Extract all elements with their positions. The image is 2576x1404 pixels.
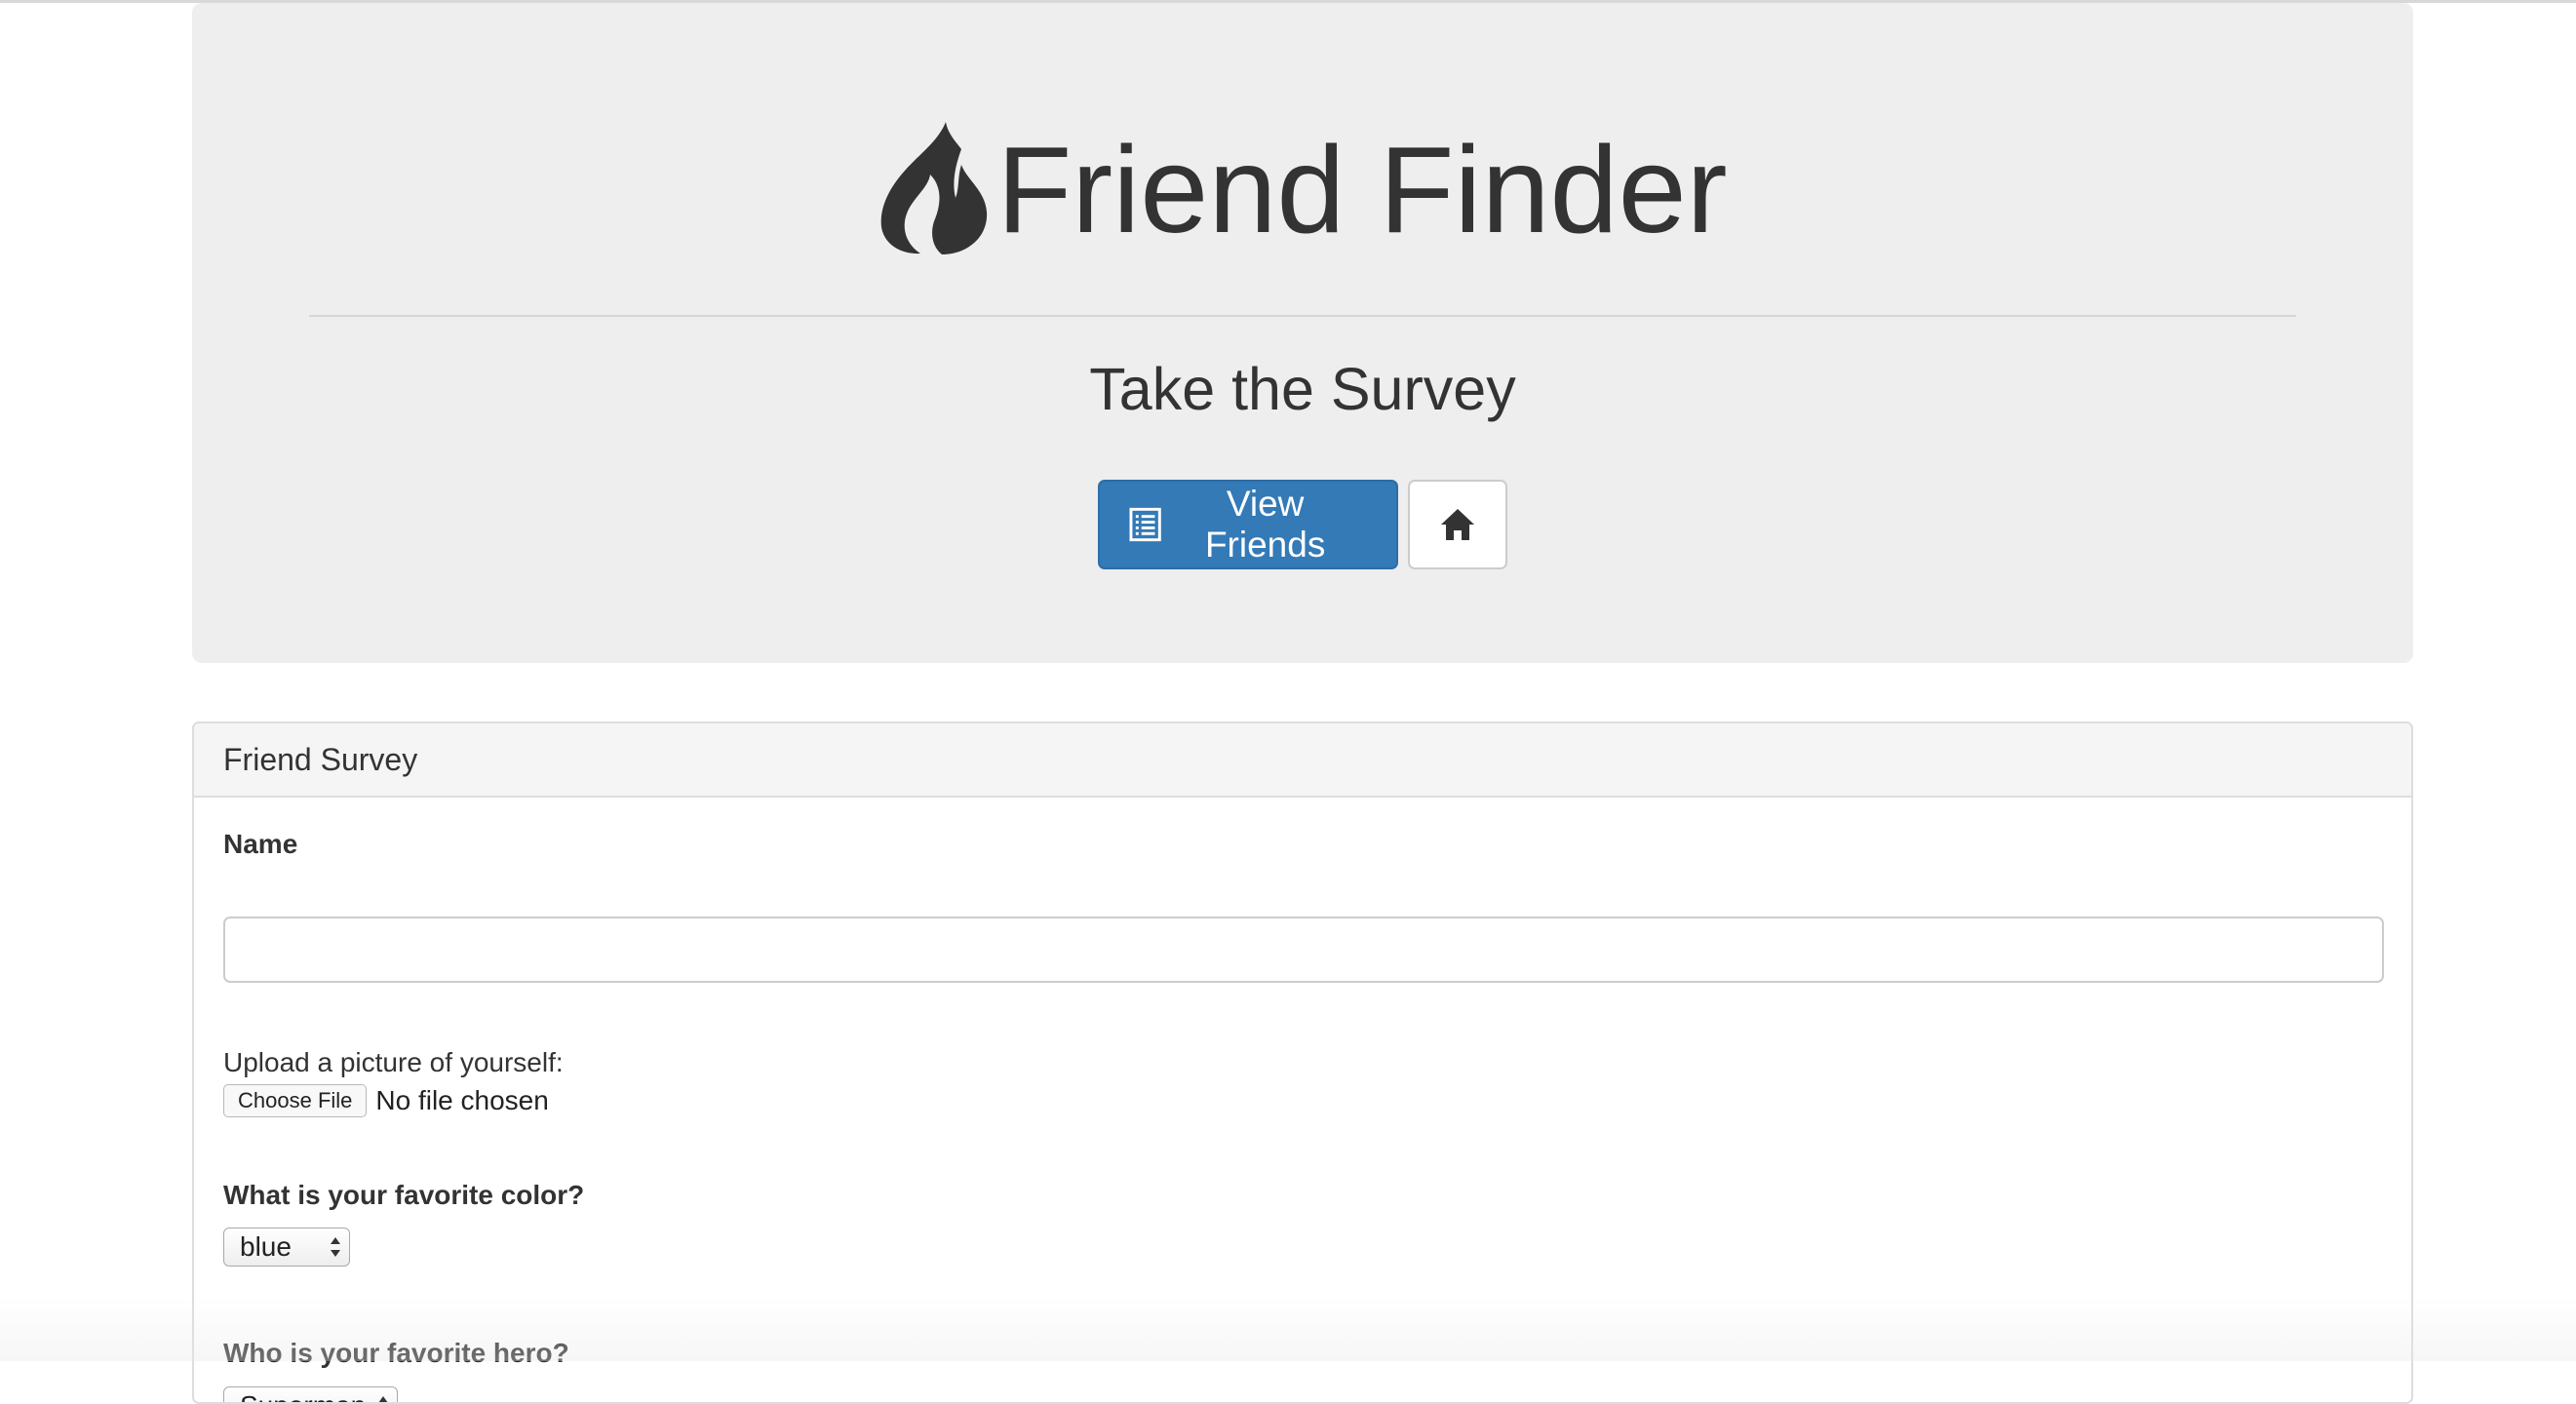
brand: Friend Finder — [192, 120, 2413, 258]
name-label: Name — [223, 829, 298, 859]
survey-panel-title: Friend Survey — [194, 723, 2411, 798]
color-question-label: What is your favorite color? — [223, 1180, 585, 1210]
select-arrows-icon — [331, 1237, 340, 1257]
hero-select[interactable]: Superman — [223, 1386, 398, 1402]
upload-label: Upload a picture of yourself: — [223, 1047, 564, 1077]
file-status: No file chosen — [375, 1085, 549, 1115]
header-buttons: View Friends — [192, 480, 2413, 569]
jumbotron-header: Friend Finder Take the Survey View Frien… — [192, 3, 2413, 663]
file-upload: Choose File No file chosen — [223, 1084, 549, 1117]
page-title: Friend Finder — [996, 121, 1728, 258]
view-friends-label: View Friends — [1204, 484, 1326, 565]
list-alt-icon — [1129, 507, 1161, 542]
survey-panel: Friend Survey Name Upload a picture of y… — [192, 722, 2413, 1404]
view-friends-button[interactable]: View Friends — [1098, 480, 1398, 569]
choose-file-button[interactable]: Choose File — [223, 1084, 368, 1117]
select-arrows-icon — [378, 1396, 388, 1402]
hero-select-value: Superman — [240, 1390, 366, 1402]
fire-icon — [881, 122, 988, 254]
color-select-value: blue — [240, 1231, 292, 1262]
color-select[interactable]: blue — [223, 1228, 350, 1267]
page-subtitle: Take the Survey — [1089, 356, 1516, 422]
page-container: Friend Finder Take the Survey View Frien… — [192, 3, 2413, 1404]
header-divider — [309, 315, 2296, 317]
home-icon — [1441, 509, 1474, 540]
home-button[interactable] — [1408, 480, 1507, 569]
hero-question-label: Who is your favorite hero? — [223, 1338, 569, 1368]
name-input[interactable] — [223, 916, 2384, 983]
